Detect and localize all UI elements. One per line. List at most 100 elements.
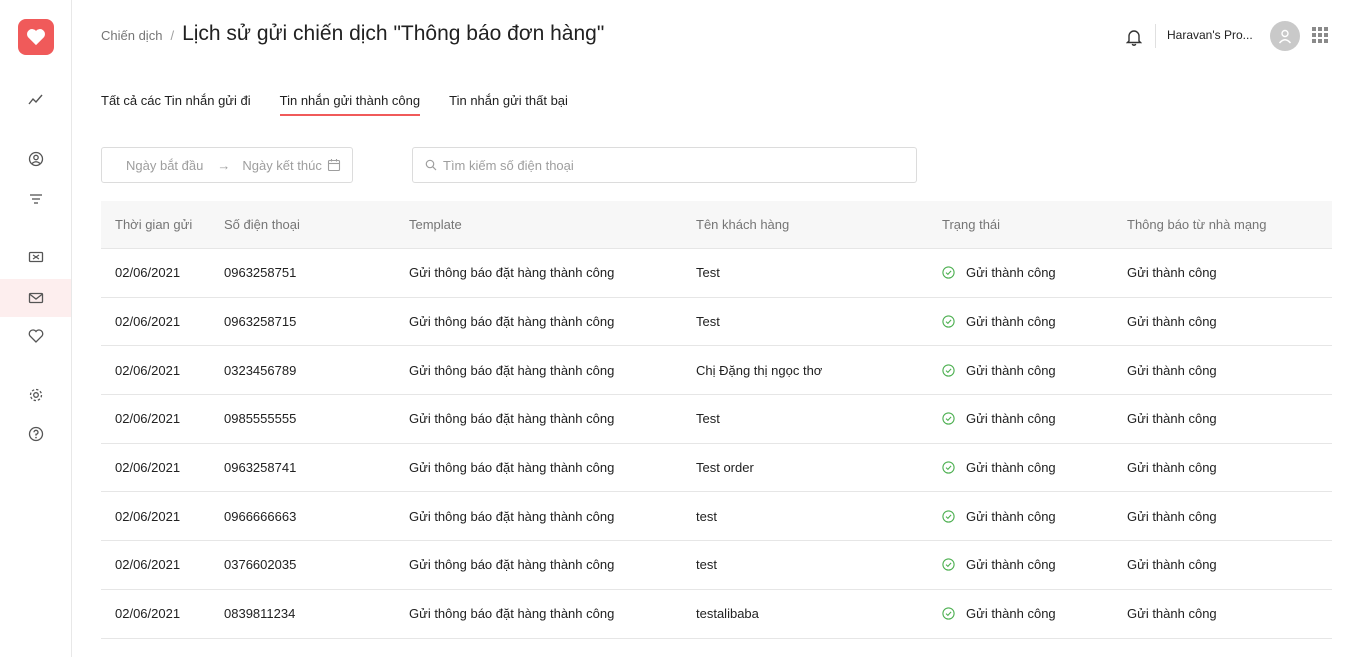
cell-customer-name: test [696, 508, 717, 524]
breadcrumb-parent-link[interactable]: Chiến dịch [101, 28, 162, 43]
cell-carrier-notice: Gửi thành công [1127, 606, 1217, 622]
user-icon [1278, 29, 1292, 44]
user-circle-icon [28, 151, 43, 167]
check-circle-icon [942, 510, 955, 523]
logo-heart-icon[interactable] [18, 19, 54, 55]
cell-template: Gửi thông báo đặt hàng thành công [409, 557, 615, 573]
help-icon [28, 426, 43, 442]
cell-sent-time: 02/06/2021 [115, 460, 181, 476]
date-start-input[interactable]: Ngày bắt đầu [126, 158, 203, 173]
cell-phone: 0963258751 [224, 265, 297, 281]
header-divider [1155, 24, 1156, 48]
check-circle-icon [942, 461, 955, 474]
cell-status: Gửi thành công [942, 249, 1127, 297]
cell-template: Gửi thông báo đặt hàng thành công [409, 362, 615, 378]
status-text: Gửi thành công [966, 606, 1056, 622]
cell-status: Gửi thành công [942, 541, 1127, 589]
sidebar-item-segments[interactable] [0, 180, 71, 218]
status-text: Gửi thành công [966, 265, 1056, 281]
column-header-phone: Số điện thoại [224, 217, 300, 232]
sidebar-item-settings[interactable] [0, 376, 71, 414]
cell-template: Gửi thông báo đặt hàng thành công [409, 265, 615, 281]
page-title: Lịch sử gửi chiến dịch "Thông báo đơn hà… [182, 22, 605, 45]
search-input[interactable] [443, 157, 883, 173]
tab-failed-messages[interactable]: Tin nhắn gửi thất bại [449, 93, 568, 114]
cell-customer-name: testalibaba [696, 606, 759, 622]
cell-status: Gửi thành công [942, 395, 1127, 443]
calendar-icon [327, 159, 341, 172]
store-name[interactable]: Haravan's Pro... [1167, 28, 1253, 42]
date-separator: → [217, 157, 231, 173]
status-text: Gửi thành công [966, 557, 1056, 573]
sidebar-item-loyalty[interactable] [0, 317, 71, 355]
table-row[interactable]: 02/06/2021 0839811234 Gửi thông báo đặt hà… [101, 590, 1332, 639]
table-row[interactable]: 02/06/2021 0985555555 Gửi thông báo đặt hà… [101, 395, 1332, 444]
sidebar-item-vouchers[interactable] [0, 238, 71, 276]
cell-customer-name: test [696, 557, 717, 573]
search-icon [425, 159, 437, 171]
table-row[interactable]: 02/06/2021 0966666663 Gửi thông báo đặt hà… [101, 492, 1332, 542]
cell-template: Gửi thông báo đặt hàng thành công [409, 606, 615, 622]
cell-carrier-notice: Gửi thành công [1127, 411, 1217, 427]
cell-carrier-notice: Gửi thành công [1127, 314, 1217, 330]
check-circle-icon [942, 364, 955, 377]
cell-status: Gửi thành công [942, 492, 1127, 540]
sidebar-item-customers[interactable] [0, 140, 71, 178]
table-row[interactable]: 02/06/2021 0963258715 Gửi thông báo đặt hà… [101, 298, 1332, 347]
table-row[interactable]: 02/06/2021 0963258741 Gửi thông báo đặt hà… [101, 444, 1332, 493]
cell-phone: 0966666663 [224, 508, 297, 524]
check-circle-icon [942, 607, 955, 620]
message-history-table: Thời gian gửi Số điện thoại Template Tên… [101, 201, 1332, 639]
table-body: 02/06/2021 0963258751 Gửi thông báo đặt hà… [101, 249, 1332, 639]
column-header-status: Trạng thái [942, 217, 1001, 232]
sidebar-item-campaigns[interactable] [0, 279, 71, 317]
column-header-template: Template [409, 217, 462, 232]
cell-status: Gửi thành công [942, 298, 1127, 346]
column-header-sent-time: Thời gian gửi [115, 217, 193, 232]
date-range-picker[interactable]: Ngày bắt đầu → Ngày kết thúc [101, 147, 353, 183]
filter-icon [29, 194, 42, 204]
sidebar [0, 0, 72, 657]
column-header-carrier-notice: Thông báo từ nhà mạng [1127, 217, 1267, 232]
cell-sent-time: 02/06/2021 [115, 314, 181, 330]
cell-sent-time: 02/06/2021 [115, 265, 181, 281]
table-row[interactable]: 02/06/2021 0376602035 Gửi thông báo đặt hà… [101, 541, 1332, 590]
tab-success-messages[interactable]: Tin nhắn gửi thành công [279, 93, 420, 116]
status-text: Gửi thành công [966, 314, 1056, 330]
cell-sent-time: 02/06/2021 [115, 411, 181, 427]
avatar[interactable] [1270, 21, 1300, 51]
check-circle-icon [942, 315, 955, 328]
date-end-input[interactable]: Ngày kết thúc [242, 158, 322, 173]
status-text: Gửi thành công [966, 411, 1056, 427]
cell-customer-name: Test [696, 265, 720, 281]
gear-icon [29, 388, 42, 402]
app-grid-icon[interactable] [1312, 27, 1328, 43]
cell-sent-time: 02/06/2021 [115, 606, 181, 622]
message-tabs: Tất cả các Tin nhắn gửi đi Tin nhắn gửi … [101, 93, 597, 116]
cell-carrier-notice: Gửi thành công [1127, 557, 1217, 573]
status-text: Gửi thành công [966, 508, 1056, 524]
cell-carrier-notice: Gửi thành công [1127, 265, 1217, 281]
check-circle-icon [942, 412, 955, 426]
cell-customer-name: Test order [696, 460, 754, 476]
cell-template: Gửi thông báo đặt hàng thành công [409, 411, 615, 427]
cell-customer-name: Chị Đặng thị ngọc thơ [696, 362, 823, 378]
mail-icon [28, 292, 43, 304]
phone-search-box [412, 147, 917, 183]
sidebar-item-analytics[interactable] [0, 81, 71, 119]
table-row[interactable]: 02/06/2021 0323456789 Gửi thông báo đặt hà… [101, 346, 1332, 396]
cell-template: Gửi thông báo đặt hàng thành công [409, 460, 615, 476]
cell-carrier-notice: Gửi thành công [1127, 362, 1217, 378]
sidebar-item-help[interactable] [0, 415, 71, 453]
tab-all-messages[interactable]: Tất cả các Tin nhắn gửi đi [101, 93, 251, 114]
cell-phone: 0963258715 [224, 314, 297, 330]
table-header: Thời gian gửi Số điện thoại Template Tên… [101, 201, 1332, 249]
column-header-customer-name: Tên khách hàng [696, 217, 790, 232]
cell-sent-time: 02/06/2021 [115, 557, 181, 573]
bell-icon[interactable] [1126, 28, 1142, 46]
cell-status: Gửi thành công [942, 590, 1127, 638]
table-row[interactable]: 02/06/2021 0963258751 Gửi thông báo đặt hà… [101, 249, 1332, 298]
status-text: Gửi thành công [966, 362, 1056, 378]
cell-status: Gửi thành công [942, 444, 1127, 492]
check-circle-icon [942, 558, 955, 572]
